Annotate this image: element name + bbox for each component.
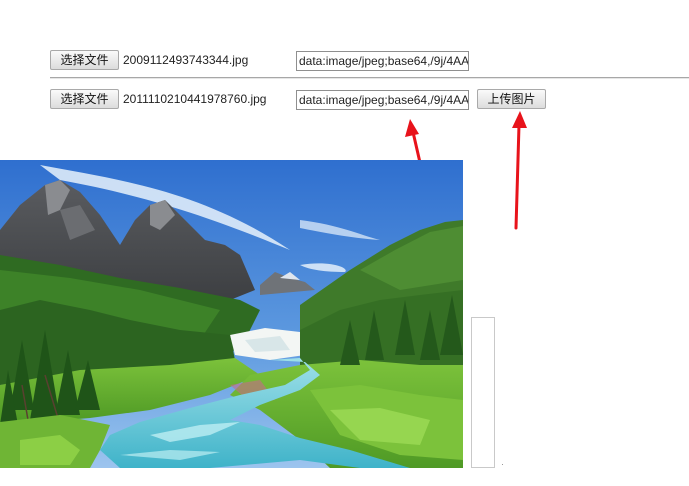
mountain-landscape-photo: [0, 160, 463, 468]
image-preview-frame: [471, 317, 495, 468]
preview-image: [0, 160, 463, 468]
stray-pixel: [502, 464, 503, 465]
red-arrow-icon: [512, 111, 527, 230]
